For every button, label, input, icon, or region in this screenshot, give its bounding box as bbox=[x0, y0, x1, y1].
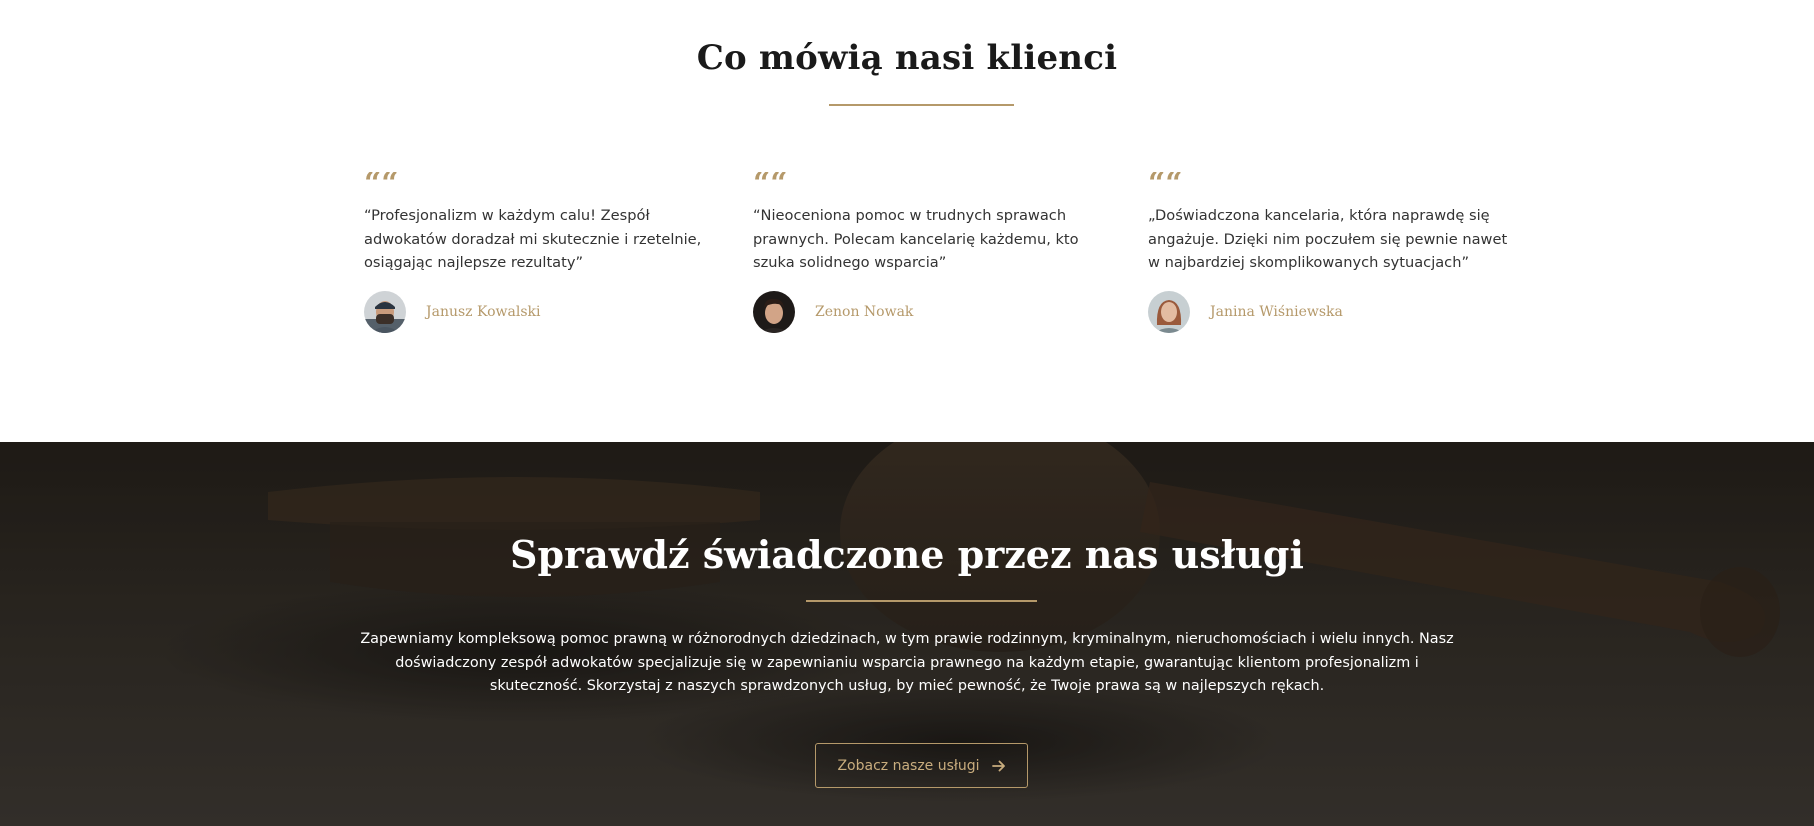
services-title: Sprawdź świadczone przez nas usługi bbox=[510, 532, 1304, 577]
testimonial-author: Zenon Nowak bbox=[753, 290, 1123, 333]
testimonial-text: “Profesjonalizm w każdym calu! Zespół ad… bbox=[364, 207, 702, 271]
testimonial-text: „Doświadczona kancelaria, która naprawdę… bbox=[1148, 207, 1508, 271]
services-cta-section: Sprawdź świadczone przez nas usługi Zape… bbox=[0, 442, 1814, 826]
testimonial-card: ““ “Nieoceniona pomoc w trudnych sprawac… bbox=[753, 172, 1123, 333]
quote-icon: ““ bbox=[364, 172, 399, 192]
title-divider bbox=[806, 600, 1037, 602]
quote-icon: ““ bbox=[1148, 172, 1183, 192]
testimonial-card: ““ „Doświadczona kancelaria, która napra… bbox=[1148, 172, 1518, 333]
author-name: Zenon Nowak bbox=[815, 303, 914, 320]
author-name: Janusz Kowalski bbox=[426, 303, 541, 320]
testimonial-author: Janusz Kowalski bbox=[364, 290, 734, 333]
testimonials-title: Co mówią nasi klienci bbox=[696, 38, 1118, 78]
man-with-cap-avatar bbox=[364, 290, 406, 333]
button-label: Zobacz nasze usługi bbox=[837, 757, 980, 774]
view-services-button[interactable]: Zobacz nasze usługi bbox=[815, 743, 1028, 788]
services-description: Zapewniamy kompleksową pomoc prawną w ró… bbox=[360, 631, 1454, 694]
testimonial-card: ““ “Profesjonalizm w każdym calu! Zespół… bbox=[364, 172, 734, 333]
testimonial-author: Janina Wiśniewska bbox=[1148, 290, 1518, 333]
title-divider bbox=[829, 104, 1014, 106]
arrow-right-icon bbox=[991, 760, 1006, 772]
testimonials-section: Co mówią nasi klienci ““ “Profesjonalizm… bbox=[0, 0, 1814, 442]
woman-avatar bbox=[1148, 290, 1190, 333]
testimonial-text: “Nieoceniona pomoc w trudnych sprawach p… bbox=[753, 207, 1079, 271]
quote-icon: ““ bbox=[753, 172, 788, 192]
young-man-avatar bbox=[753, 290, 795, 333]
author-name: Janina Wiśniewska bbox=[1210, 303, 1343, 320]
